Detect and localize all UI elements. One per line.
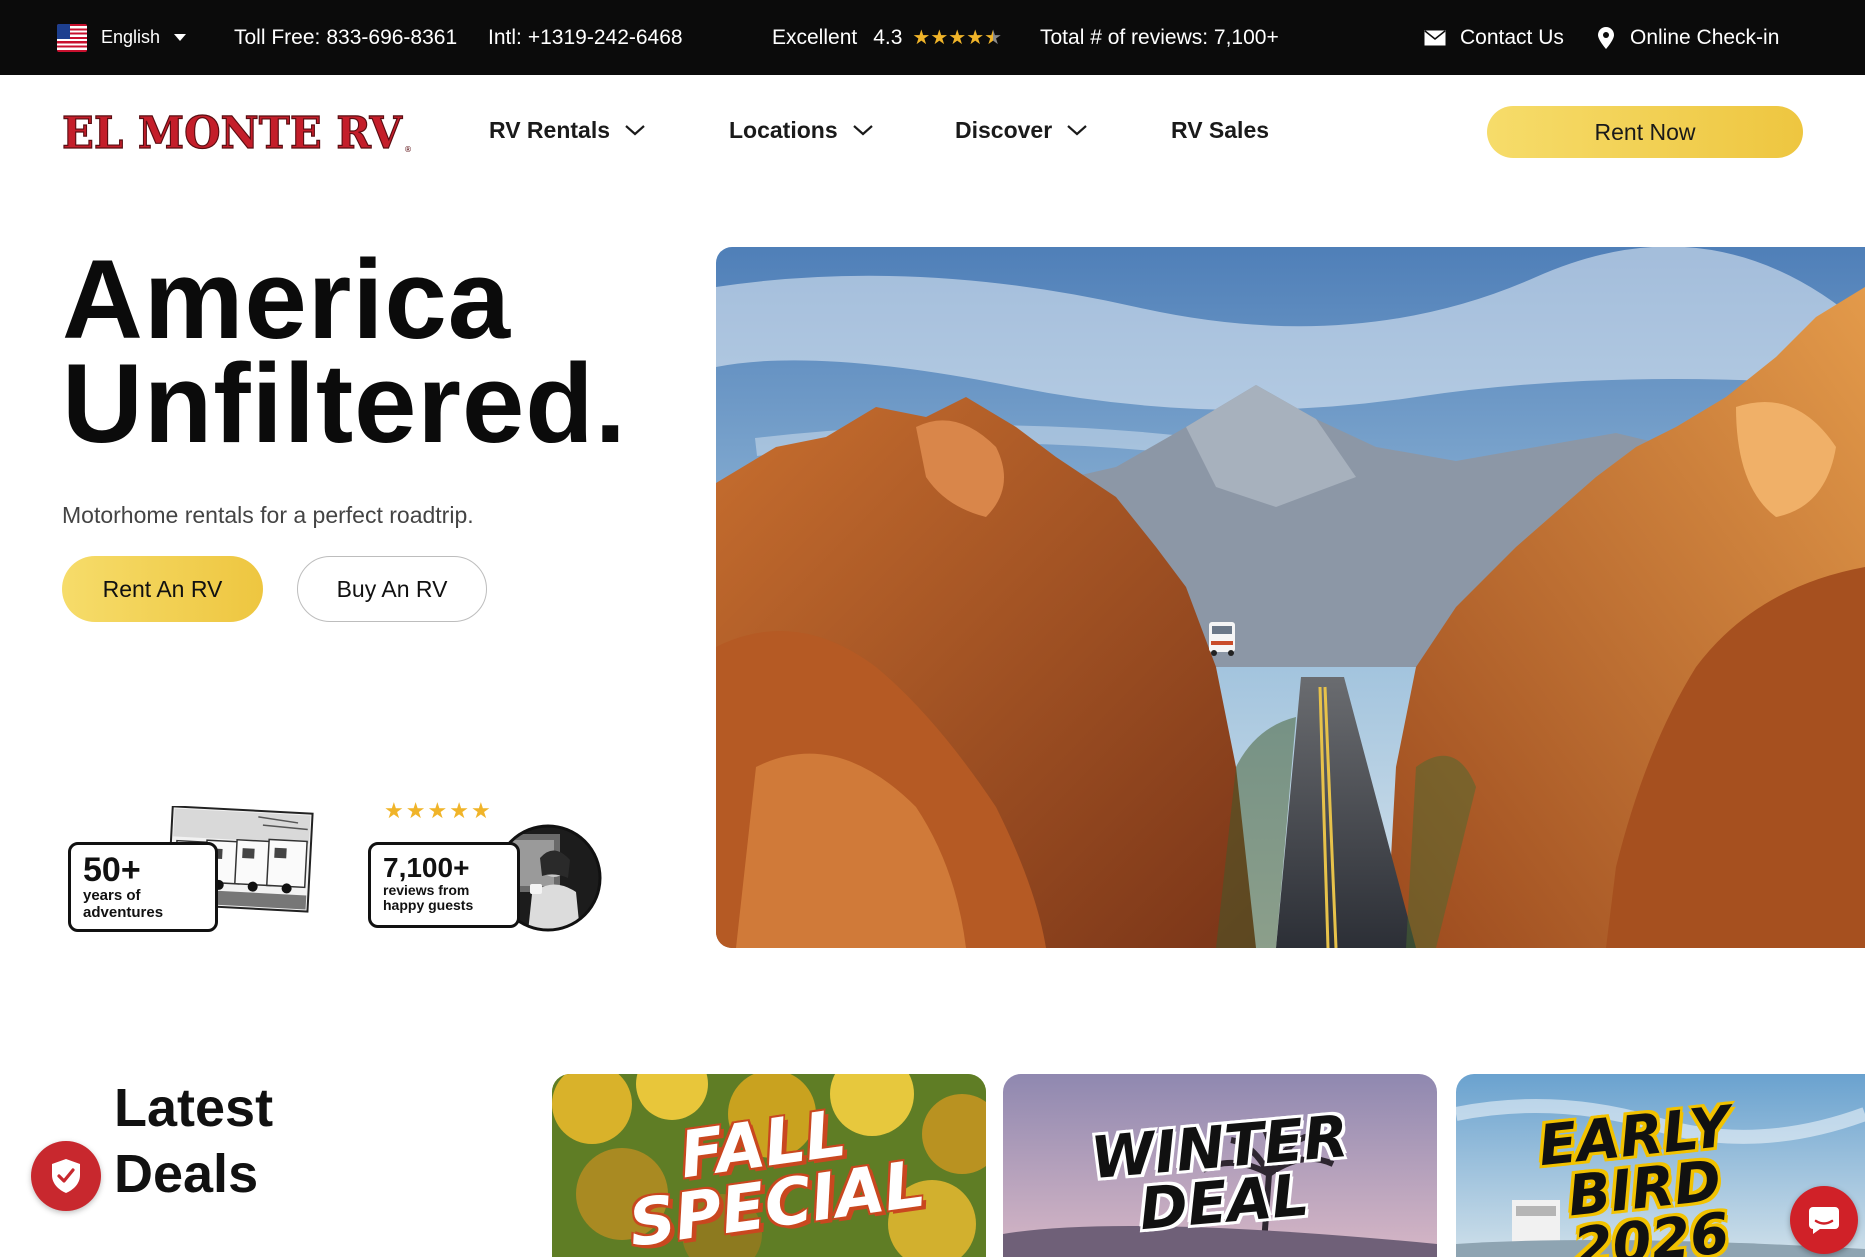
winter-deal-text: WINTER DEAL: [1088, 1102, 1356, 1243]
intl-label: Intl:: [488, 25, 522, 49]
rating-value: 4.3: [873, 25, 903, 49]
star-icon: ★: [427, 798, 448, 823]
star-icon: ★: [966, 26, 985, 49]
us-flag-icon: [57, 23, 87, 52]
reviews-badge: ★ ★ ★ ★ ★ 7,100+ reviews from happy gues…: [366, 800, 606, 932]
chat-bubble-icon: [1809, 1207, 1839, 1234]
years-badge-number: 50+: [83, 851, 141, 889]
privacy-shield-button[interactable]: [31, 1141, 101, 1211]
language-selector[interactable]: English: [57, 0, 187, 75]
shield-check-icon: [52, 1159, 80, 1193]
years-badge-line2: adventures: [83, 904, 164, 921]
years-badge: 50+ years of adventures: [66, 806, 316, 932]
toll-free-phone[interactable]: Toll Free: 833-696-8361: [234, 0, 457, 75]
rating-summary[interactable]: Excellent 4.3 ★ ★ ★ ★ ★: [772, 0, 1002, 75]
nav-rv-rentals-label: RV Rentals: [489, 116, 611, 143]
desert-road-landscape: [716, 247, 1865, 948]
nav-rv-sales-label: RV Sales: [1171, 116, 1270, 143]
reviews-badge-box: 7,100+ reviews from happy guests: [368, 842, 520, 928]
star-icon: ★: [912, 26, 931, 49]
hero-title: America Unfiltered.: [62, 237, 627, 466]
chat-button[interactable]: [1790, 1186, 1858, 1254]
intl-phone[interactable]: Intl: +1319-242-6468: [488, 0, 683, 75]
reviews-badge-number: 7,100+: [383, 852, 470, 883]
nav-locations-label: Locations: [729, 116, 838, 143]
nav-discover-label: Discover: [955, 116, 1053, 143]
star-icon: ★: [470, 798, 491, 823]
intl-number[interactable]: +1319-242-6468: [528, 26, 683, 50]
hero-subtitle: Motorhome rentals for a perfect roadtrip…: [62, 502, 474, 528]
half-star-icon: ★: [984, 26, 1003, 49]
hero-title-line2: Unfiltered.: [62, 341, 627, 466]
latest-deals-line1: Latest: [114, 1078, 274, 1138]
logo-wordmark: EL MONTE RV ®: [61, 107, 412, 159]
logo-text: EL MONTE RV: [62, 108, 403, 158]
toll-free-number[interactable]: 833-696-8361: [326, 26, 457, 50]
hero-title-line1: America: [62, 237, 512, 362]
mail-icon: [1424, 29, 1446, 45]
reviews-badge-stars: ★ ★ ★ ★ ★: [384, 800, 491, 822]
rating-word: Excellent: [772, 25, 858, 49]
deal-card-winter-deal[interactable]: WINTER DEAL: [1003, 1074, 1437, 1257]
online-checkin-label: Online Check-in: [1630, 25, 1780, 49]
rent-now-button[interactable]: Rent Now: [1487, 106, 1803, 158]
reviews-badge-line1: reviews from: [383, 882, 470, 898]
svg-text:®: ®: [404, 145, 412, 154]
nav-locations[interactable]: Locations: [729, 112, 874, 148]
latest-deals-heading: Latest Deals: [114, 1075, 273, 1207]
online-checkin-link[interactable]: Online Check-in: [1598, 0, 1779, 75]
top-bar: English Toll Free: 833-696-8361 Intl: +1…: [0, 0, 1865, 75]
deal-card-fall-special[interactable]: FALL SPECIAL: [552, 1074, 986, 1257]
nav-discover[interactable]: Discover: [955, 112, 1088, 148]
early-bird-text: EARLY BIRD 2026: [1536, 1094, 1744, 1257]
hero-image: [716, 247, 1865, 948]
contact-us-link[interactable]: Contact Us: [1424, 0, 1564, 75]
star-icon: ★: [930, 26, 949, 49]
location-pin-icon: [1598, 26, 1614, 49]
latest-deals-line2: Deals: [114, 1144, 259, 1204]
language-label: English: [101, 27, 161, 47]
chevron-down-icon: [1067, 125, 1087, 136]
toll-free-label: Toll Free:: [234, 25, 321, 49]
chevron-down-icon: [625, 125, 645, 136]
buy-an-rv-button[interactable]: Buy An RV: [297, 556, 487, 622]
star-icon: ★: [449, 798, 469, 823]
years-badge-box: 50+ years of adventures: [68, 842, 218, 932]
star-icon: ★: [405, 798, 426, 823]
contact-us-label: Contact Us: [1460, 25, 1564, 49]
years-badge-line1: years of: [83, 887, 141, 904]
rent-an-rv-button[interactable]: Rent An RV: [62, 556, 263, 622]
caret-down-icon: [174, 34, 187, 41]
star-icon: ★: [948, 26, 967, 49]
reviews-badge-line2: happy guests: [383, 897, 474, 913]
el-monte-rv-logo[interactable]: EL MONTE RV ®: [61, 107, 414, 159]
nav-rv-rentals[interactable]: RV Rentals: [489, 112, 646, 148]
reviews-count[interactable]: Total # of reviews: 7,100+: [1040, 0, 1279, 75]
nav-rv-sales[interactable]: RV Sales: [1171, 112, 1269, 148]
star-icon: ★: [384, 798, 404, 823]
rating-stars: ★ ★ ★ ★ ★: [912, 28, 1002, 48]
chevron-down-icon: [852, 125, 873, 136]
